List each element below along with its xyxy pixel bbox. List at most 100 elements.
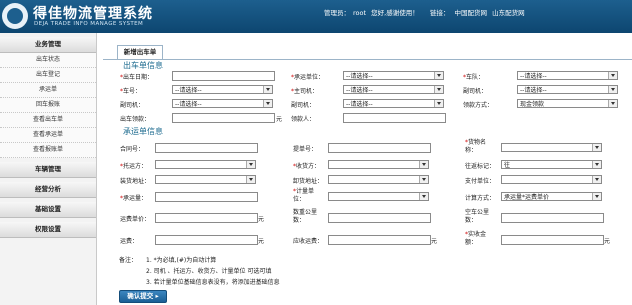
unload-addr-select[interactable] [328, 175, 429, 184]
freight-input[interactable] [155, 235, 258, 245]
notes-line-3: 3. 若计量单位基础信息表没有，将添加进基础信息 [146, 279, 280, 286]
deputy-car-label: 副司机： [120, 102, 145, 109]
sidebar-item-view-consignment[interactable]: 查看承运单 [0, 128, 96, 143]
sidebar-section-permissions[interactable]: 权限设置 [0, 222, 96, 238]
carrier-unit-label: *承运单位： [291, 74, 325, 81]
chevron-down-icon [419, 176, 428, 183]
tab-new-dispatch[interactable]: 新增出车单 [117, 45, 163, 59]
return-mark-select[interactable]: 往 [501, 160, 602, 169]
app-title: 得佳物流管理系统 [33, 6, 153, 22]
loaded-km-input[interactable] [328, 213, 431, 223]
empty-km-input[interactable] [501, 213, 604, 223]
sidebar-item-dispatch-status[interactable]: 出车状态 [0, 53, 96, 68]
actual-input[interactable] [501, 235, 604, 245]
out-date-label: *出车日期： [120, 74, 154, 81]
deputy-car2-select[interactable]: --请选择-- [343, 99, 444, 108]
header-bar: 得佳物流管理系统 DEJA TRADE INFO MANAGE SYSTEM 管… [0, 0, 632, 33]
measure-unit-label: *计量单 位： [293, 188, 315, 203]
link-china-freight[interactable]: 中国配货网 [455, 9, 488, 17]
unit-price-label: 运费单价： [120, 216, 151, 223]
bill-input[interactable] [328, 143, 431, 153]
sidebar-item-return-account[interactable]: 回车报账 [0, 98, 96, 113]
chevron-down-icon [608, 72, 617, 79]
notes-line-1: 1. *为必填,(#)为自动计算 [146, 257, 217, 264]
sidebar-item-view-dispatch[interactable]: 查看出车单 [0, 113, 96, 128]
advance-unit: 元 [276, 116, 283, 123]
app-subtitle: DEJA TRADE INFO MANAGE SYSTEM [34, 21, 144, 27]
submit-button[interactable]: 确认提交 ▸ [119, 290, 167, 303]
chevron-down-icon [608, 86, 617, 93]
deputy-car-select[interactable]: --请选择-- [172, 99, 273, 108]
deputy-car2-label: 副司机： [291, 102, 316, 109]
dispatch-section-title: 出车单信息 [123, 61, 163, 70]
sidebar-item-dispatch-register[interactable]: 出车登记 [0, 68, 96, 83]
deputy-driver-select[interactable]: --请选择-- [517, 85, 618, 94]
receivable-label: 应收运费： [293, 238, 324, 245]
sidebar-section-basics[interactable]: 基础设置 [0, 202, 96, 218]
chevron-down-icon [592, 161, 601, 168]
calc-method-select[interactable]: 承运量*运费单价 [501, 192, 602, 201]
empty-km-label: 空车公里 数： [465, 209, 490, 224]
chevron-down-icon [434, 72, 443, 79]
contract-input[interactable] [155, 143, 258, 153]
deputy-driver-label: 副司机： [463, 88, 488, 95]
team-select[interactable]: --请选择-- [517, 71, 618, 80]
admin-name: root [353, 9, 367, 17]
chevron-down-icon [419, 161, 428, 168]
return-mark-label: 往返标记： [465, 163, 496, 170]
actual-unit: 元 [604, 238, 611, 245]
freight-unit: 元 [258, 238, 265, 245]
receivable-unit: 元 [431, 238, 438, 245]
chevron-down-icon [434, 86, 443, 93]
main-driver-select[interactable]: --请选择-- [343, 85, 444, 94]
ship-label: *托运方： [120, 163, 148, 170]
chevron-down-icon [246, 176, 255, 183]
carrier-unit-select[interactable]: --请选择-- [343, 71, 444, 80]
sidebar-section-vehicles[interactable]: 车辆管理 [0, 162, 96, 178]
vehicle-no-label: *车号： [120, 88, 142, 95]
unit-price-input[interactable] [155, 213, 258, 223]
sidebar-section-analysis[interactable]: 经营分析 [0, 182, 96, 198]
notes-line-2: 2. 司机 、托运方、收货方、计量单位 可选可填 [146, 268, 272, 275]
greeting-text: 您好,感谢使用！ [371, 9, 419, 17]
user-info: 管理员： root 您好,感谢使用！ 链接： 中国配货网 山东配货网 [324, 7, 528, 17]
chevron-down-icon [608, 100, 617, 107]
out-date-input[interactable] [172, 71, 275, 81]
sidebar: 业务管理 出车状态 出车登记 承运单 回车报账 查看出车单 查看承运单 查看报账… [0, 33, 97, 305]
pay-method-label: 领款方式： [463, 102, 494, 109]
sidebar-item-consignment[interactable]: 承运单 [0, 83, 96, 98]
load-addr-label: 装货地址： [120, 178, 151, 185]
chevron-down-icon [434, 100, 443, 107]
links-label: 链接： [429, 9, 450, 17]
measure-unit-select[interactable] [328, 192, 429, 201]
link-shandong-freight[interactable]: 山东配货网 [492, 9, 525, 17]
logo-icon [2, 3, 28, 29]
vehicle-no-select[interactable]: --请选择-- [172, 85, 273, 94]
sidebar-item-view-account[interactable]: 查看报账单 [0, 143, 96, 158]
advance-label: 出车领款： [120, 116, 151, 123]
load-addr-select[interactable] [155, 175, 256, 184]
pay-unit-select[interactable] [501, 175, 602, 184]
unit-price-unit: 元 [258, 216, 265, 223]
sidebar-section-business[interactable]: 业务管理 [0, 37, 96, 53]
chevron-down-icon [592, 176, 601, 183]
receivable-input[interactable] [328, 235, 431, 245]
receiver-input[interactable] [343, 113, 446, 123]
pay-method-select[interactable]: 现金领款 [517, 99, 618, 108]
receive-select[interactable] [328, 160, 429, 169]
qty-label: *承运量： [120, 195, 148, 202]
team-label: *车队： [463, 74, 485, 81]
receiver-label: 领款人： [291, 116, 316, 123]
unload-addr-label: 卸货地址： [293, 178, 324, 185]
ship-select[interactable] [155, 160, 256, 169]
chevron-down-icon [419, 193, 428, 200]
advance-input[interactable] [172, 113, 275, 123]
contract-label: 合同号： [120, 146, 145, 153]
goods-select[interactable] [501, 143, 602, 152]
freight-label: 运费： [120, 238, 139, 245]
qty-input[interactable] [155, 192, 258, 202]
chevron-down-icon [592, 193, 601, 200]
bill-label: 提单号： [293, 146, 318, 153]
pay-unit-label: 支付单位： [465, 178, 496, 185]
chevron-down-icon [263, 100, 272, 107]
